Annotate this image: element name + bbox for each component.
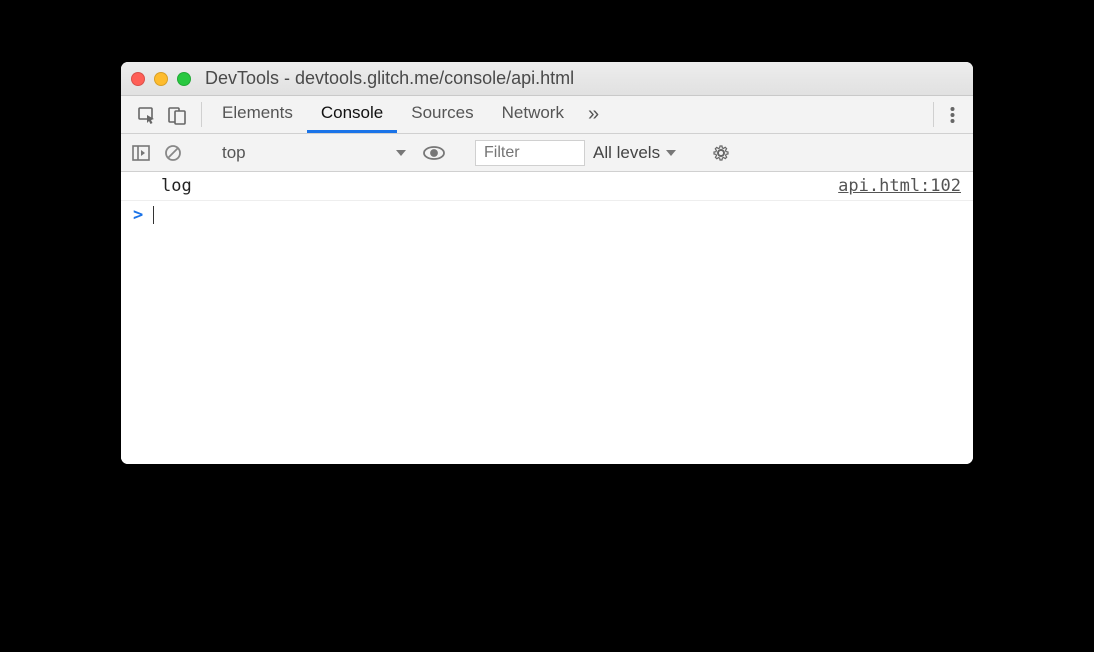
settings-icon[interactable] bbox=[705, 143, 737, 163]
window-title: DevTools - devtools.glitch.me/console/ap… bbox=[205, 68, 574, 89]
log-levels-label: All levels bbox=[593, 143, 660, 163]
live-expression-icon[interactable] bbox=[422, 141, 446, 165]
tab-console[interactable]: Console bbox=[307, 96, 397, 133]
console-toolbar: top All levels bbox=[121, 134, 973, 172]
device-toggle-icon[interactable] bbox=[167, 105, 187, 125]
chevron-down-icon bbox=[396, 150, 406, 156]
context-label: top bbox=[222, 143, 246, 163]
maximize-icon[interactable] bbox=[177, 72, 191, 86]
filter-input[interactable] bbox=[475, 140, 585, 166]
log-source-link[interactable]: api.html:102 bbox=[838, 176, 961, 196]
separator bbox=[201, 102, 202, 127]
clear-console-icon[interactable] bbox=[161, 141, 185, 165]
sidebar-toggle-icon[interactable] bbox=[129, 141, 153, 165]
traffic-lights bbox=[131, 72, 191, 86]
log-levels-selector[interactable]: All levels bbox=[593, 143, 676, 163]
console-prompt[interactable]: > bbox=[121, 201, 973, 229]
prompt-caret-icon: > bbox=[133, 205, 143, 225]
devtools-window: DevTools - devtools.glitch.me/console/ap… bbox=[121, 62, 973, 464]
chevron-down-icon bbox=[666, 150, 676, 156]
tab-elements[interactable]: Elements bbox=[208, 96, 307, 133]
close-icon[interactable] bbox=[131, 72, 145, 86]
log-entry: log api.html:102 bbox=[121, 172, 973, 201]
menu-button[interactable] bbox=[940, 96, 965, 133]
tabbar: Elements Console Sources Network » bbox=[121, 96, 973, 134]
log-text: log bbox=[161, 176, 192, 196]
inspect-element-icon[interactable] bbox=[137, 105, 157, 125]
minimize-icon[interactable] bbox=[154, 72, 168, 86]
console-output: log api.html:102 > bbox=[121, 172, 973, 464]
tab-sources[interactable]: Sources bbox=[397, 96, 487, 133]
titlebar: DevTools - devtools.glitch.me/console/ap… bbox=[121, 62, 973, 96]
context-selector[interactable]: top bbox=[214, 140, 414, 166]
text-cursor bbox=[153, 206, 154, 224]
separator bbox=[933, 102, 934, 127]
tabs-overflow-button[interactable]: » bbox=[578, 96, 609, 133]
tab-network[interactable]: Network bbox=[488, 96, 578, 133]
